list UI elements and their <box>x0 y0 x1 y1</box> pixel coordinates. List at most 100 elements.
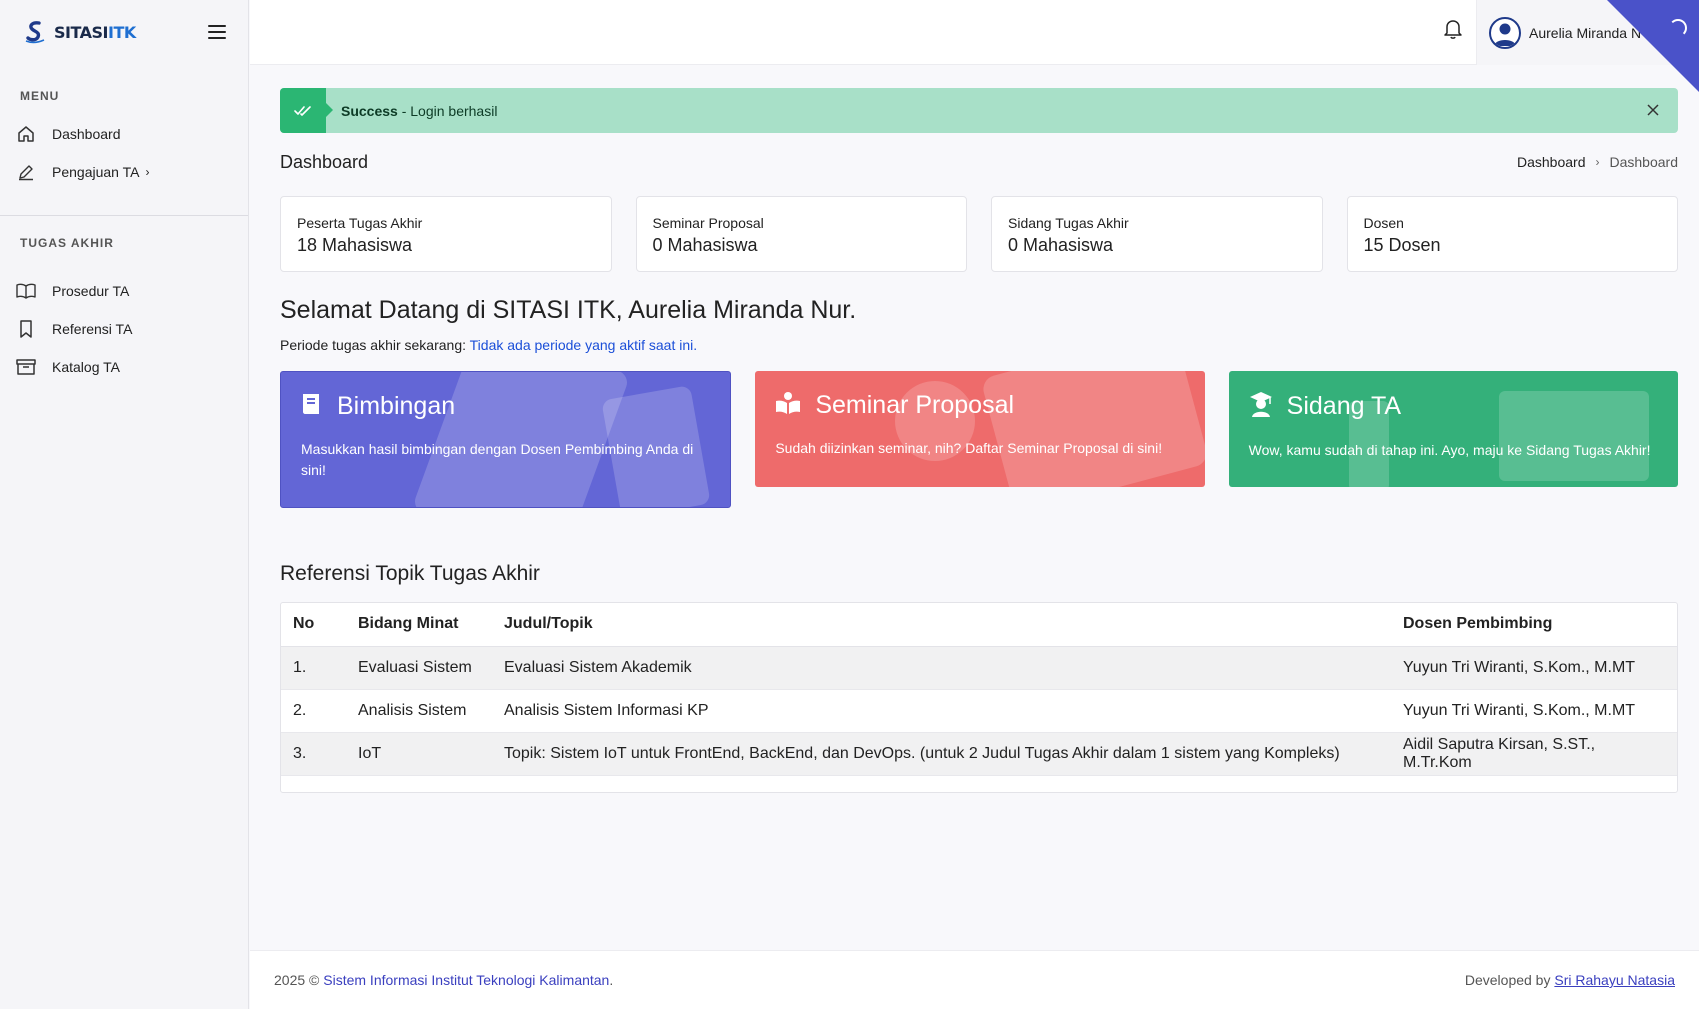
page-title: Dashboard <box>280 151 369 172</box>
card-title: Seminar Proposal <box>815 391 1015 419</box>
period-label: Periode tugas akhir sekarang: <box>280 337 470 353</box>
breadcrumb: Dashboard › Dashboard <box>1517 154 1678 170</box>
graduation-cap-icon <box>1249 391 1273 422</box>
copyright-prefix: 2025 © <box>274 972 324 988</box>
chevron-right-icon: › <box>145 165 150 179</box>
tugas-akhir-section-title: TUGAS AKHIR <box>20 236 114 250</box>
column-header-no: No <box>281 603 346 647</box>
stat-label: Sidang Tugas Akhir <box>1008 215 1129 231</box>
main-content: Success - Login berhasil Dashboard Dashb… <box>280 88 1678 793</box>
page-header: Dashboard Dashboard › Dashboard <box>280 150 1678 174</box>
column-header-judul: Judul/Topik <box>492 603 1391 647</box>
user-menu[interactable]: Aurelia Miranda N <box>1476 0 1699 92</box>
hamburger-menu-icon[interactable] <box>208 25 226 39</box>
developer-prefix: Developed by <box>1464 972 1555 988</box>
double-check-icon <box>280 88 333 133</box>
alert-text: Success - Login berhasil <box>341 103 497 119</box>
references-table: No Bidang Minat Judul/Topik Dosen Pembim… <box>281 603 1677 776</box>
cell-no: 1. <box>281 646 346 690</box>
column-header-bidang: Bidang Minat <box>346 603 492 647</box>
breadcrumb-current: Dashboard <box>1609 154 1679 170</box>
sidebar-item-referensi-ta[interactable]: Referensi TA <box>0 310 248 348</box>
developer-link[interactable]: Sri Rahayu Natasia <box>1554 972 1675 988</box>
card-description: Masukkan hasil bimbingan dengan Dosen Pe… <box>301 441 694 478</box>
success-alert: Success - Login berhasil <box>280 88 1678 133</box>
period-info: Periode tugas akhir sekarang: Tidak ada … <box>280 337 1678 353</box>
cell-no: 2. <box>281 689 346 733</box>
column-header-dosen: Dosen Pembimbing <box>1391 603 1677 647</box>
close-icon[interactable] <box>1644 101 1662 119</box>
cell-bidang: Evaluasi Sistem <box>346 646 492 690</box>
notification-bell-icon[interactable] <box>1443 18 1465 42</box>
institution-link[interactable]: Sistem Informasi Institut Teknologi Kali… <box>323 972 609 988</box>
book-reader-icon <box>775 391 801 420</box>
breadcrumb-item[interactable]: Dashboard <box>1517 154 1586 170</box>
cell-judul: Evaluasi Sistem Akademik <box>492 646 1391 690</box>
logo-text: SITASIITK <box>54 22 136 42</box>
sidebar-item-katalog-ta[interactable]: Katalog TA <box>0 348 248 386</box>
sidebar-item-label: Katalog TA <box>52 359 120 375</box>
sidang-ta-card[interactable]: Sidang TA Wow, kamu sudah di tahap ini. … <box>1228 371 1678 487</box>
period-link[interactable]: Tidak ada periode yang aktif saat ini. <box>470 337 698 353</box>
stat-card-sidang: Sidang Tugas Akhir 0 Mahasiswa <box>991 196 1323 272</box>
seminar-proposal-card[interactable]: Seminar Proposal Sudah diizinkan seminar… <box>755 371 1205 487</box>
sidebar-item-prosedur-ta[interactable]: Prosedur TA <box>0 272 248 310</box>
stat-value: 0 Mahasiswa <box>1008 235 1114 255</box>
stat-value: 18 Mahasiswa <box>297 235 413 255</box>
cell-judul: Topik: Sistem IoT untuk FrontEnd, BackEn… <box>492 732 1391 776</box>
menu-section-title: MENU <box>20 89 60 103</box>
cell-dosen: Yuyun Tri Wiranti, S.Kom., M.MT <box>1391 689 1677 733</box>
welcome-heading: Selamat Datang di SITASI ITK, Aurelia Mi… <box>280 296 857 324</box>
cell-dosen: Yuyun Tri Wiranti, S.Kom., M.MT <box>1391 646 1677 690</box>
book-open-icon <box>16 281 36 301</box>
footer-copyright: 2025 © Sistem Informasi Institut Teknolo… <box>274 972 613 988</box>
stat-label: Peserta Tugas Akhir <box>297 215 423 231</box>
copyright-suffix: . <box>609 972 614 988</box>
sidebar-divider <box>0 215 248 216</box>
stat-value: 0 Mahasiswa <box>652 235 758 255</box>
sidebar-item-pengajuan-ta[interactable]: Pengajuan TA › <box>0 153 248 191</box>
alert-message: - Login berhasil <box>397 102 498 119</box>
stat-card-dosen: Dosen 15 Dosen <box>1346 196 1678 272</box>
table-row: 1. Evaluasi Sistem Evaluasi Sistem Akade… <box>281 646 1677 690</box>
settings-corner[interactable] <box>1607 0 1699 92</box>
bimbingan-card[interactable]: Bimbingan Masukkan hasil bimbingan denga… <box>280 371 732 508</box>
home-icon <box>16 124 36 144</box>
table-row: 3. IoT Topik: Sistem IoT untuk FrontEnd,… <box>281 732 1677 776</box>
card-description: Wow, kamu sudah di tahap ini. Ayo, maju … <box>1248 442 1651 458</box>
references-title: Referensi Topik Tugas Akhir <box>280 562 540 585</box>
sidebar: SITASIITK MENU Dashboard Pengajuan TA › … <box>0 0 249 1009</box>
stats-row: Peserta Tugas Akhir 18 Mahasiswa Seminar… <box>280 196 1678 272</box>
pencil-icon <box>16 162 36 182</box>
cell-bidang: Analisis Sistem <box>346 689 492 733</box>
cell-dosen: Aidil Saputra Kirsan, S.ST., M.Tr.Kom <box>1391 732 1677 776</box>
card-title: Sidang TA <box>1286 392 1402 420</box>
stat-label: Dosen <box>1363 215 1404 231</box>
avatar <box>1489 16 1521 49</box>
book-icon <box>301 392 323 421</box>
cell-no: 3. <box>281 732 346 776</box>
loading-spinner-icon <box>1669 19 1687 37</box>
chevron-right-icon: › <box>1595 155 1600 169</box>
stat-card-peserta: Peserta Tugas Akhir 18 Mahasiswa <box>280 196 612 272</box>
sidebar-item-label: Dashboard <box>52 126 121 142</box>
references-table-card: No Bidang Minat Judul/Topik Dosen Pembim… <box>280 602 1678 793</box>
sidebar-item-label: Pengajuan TA <box>52 164 140 180</box>
sidebar-item-dashboard[interactable]: Dashboard <box>0 115 248 153</box>
brand-bar: SITASIITK <box>0 0 248 64</box>
bookmark-icon <box>16 319 36 339</box>
stat-label: Seminar Proposal <box>652 215 764 231</box>
cell-bidang: IoT <box>346 732 492 776</box>
alert-title: Success <box>341 102 398 119</box>
card-description: Sudah diizinkan seminar, nih? Daftar Sem… <box>775 440 1163 456</box>
sidebar-item-label: Referensi TA <box>52 321 133 337</box>
card-title: Bimbingan <box>337 392 456 420</box>
cell-judul: Analisis Sistem Informasi KP <box>492 689 1391 733</box>
logo[interactable]: SITASIITK <box>22 19 136 45</box>
stat-card-seminar: Seminar Proposal 0 Mahasiswa <box>635 196 967 272</box>
logo-icon <box>25 21 45 44</box>
table-row: 2. Analisis Sistem Analisis Sistem Infor… <box>281 689 1677 733</box>
action-cards: Bimbingan Masukkan hasil bimbingan denga… <box>280 371 1678 508</box>
archive-icon <box>16 357 36 377</box>
footer-developer: Developed by Sri Rahayu Natasia <box>1465 972 1675 988</box>
